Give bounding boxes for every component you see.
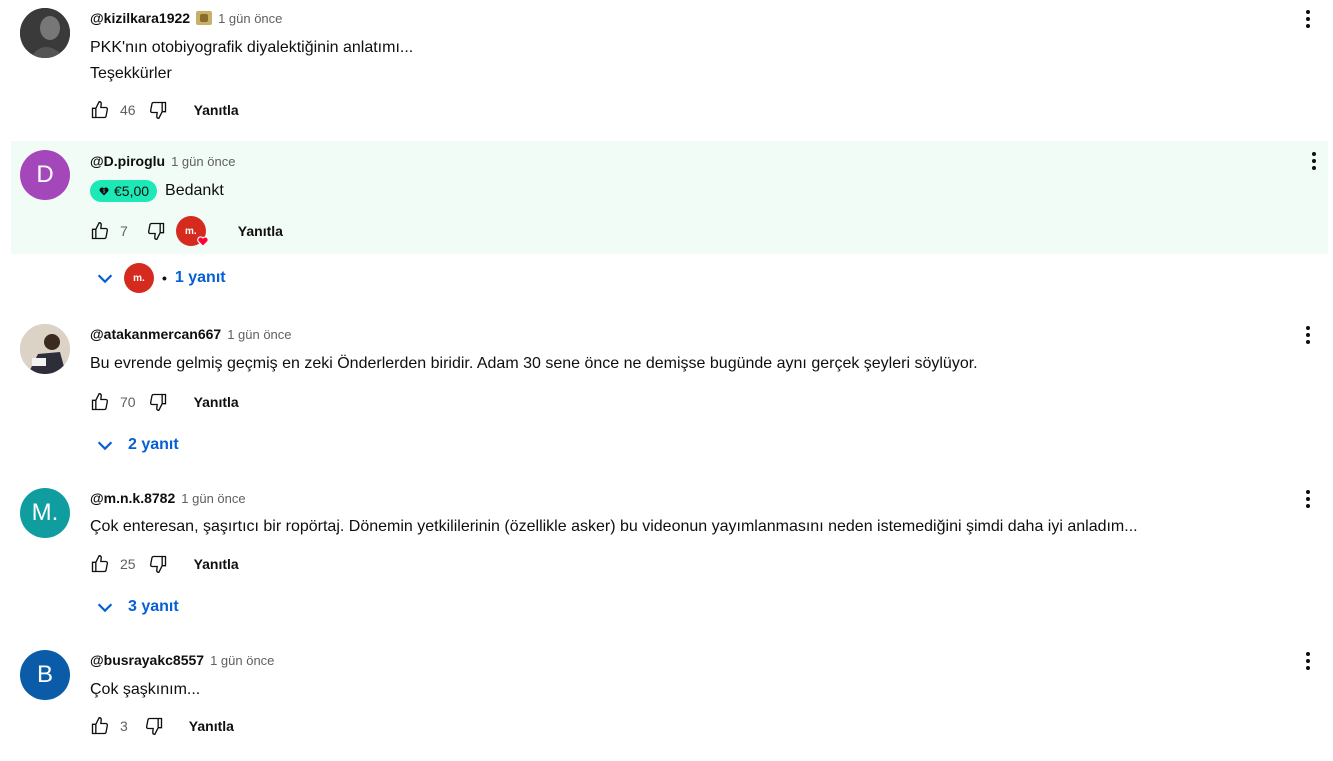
comment-2: D @D.piroglu 1 gün önce $ €5,00 Bedankt … — [11, 141, 1328, 254]
chevron-down-icon — [97, 603, 113, 613]
author-name[interactable]: @atakanmercan667 — [90, 326, 221, 342]
creator-heart-icon: m. — [175, 216, 209, 248]
comment-actions: 25 Yanıtla — [90, 554, 239, 574]
like-icon[interactable] — [90, 221, 110, 241]
comment-1: @kizilkara1922 1 gün önce PKK'nın otobiy… — [0, 0, 1333, 135]
comment-header: @atakanmercan667 1 gün önce — [90, 326, 292, 342]
comment-text-line: PKK'nın otobiyografik diyalektiğinin anl… — [90, 39, 414, 56]
comment-text: Çok şaşkınım... — [90, 681, 201, 698]
reply-button[interactable]: Yanıtla — [238, 223, 283, 239]
comment-time[interactable]: 1 gün önce — [210, 653, 274, 668]
more-options-icon[interactable] — [1311, 152, 1317, 170]
avatar[interactable]: B — [20, 650, 70, 700]
author-name[interactable]: @busrayakc8557 — [90, 652, 204, 668]
comment-actions: 3 Yanıtla — [90, 716, 234, 736]
replies-count[interactable]: 1 yanıt — [175, 269, 226, 287]
comment-5: B @busrayakc8557 1 gün önce Çok şaşkınım… — [0, 644, 1333, 754]
comment-text: Çok enteresan, şaşırtıcı bir ropörtaj. D… — [90, 518, 1138, 535]
like-count: 3 — [120, 718, 128, 734]
comment-header: @busrayakc8557 1 gün önce — [90, 652, 274, 668]
replies-toggle[interactable]: 2 yanıt — [94, 434, 179, 456]
super-thanks-badge: $ €5,00 — [90, 180, 158, 202]
comment-text-line: Teşekkürler — [90, 65, 172, 82]
like-icon[interactable] — [90, 716, 110, 736]
avatar-letter: B — [36, 661, 53, 688]
chevron-down-icon — [97, 441, 113, 451]
like-count: 46 — [120, 102, 136, 118]
like-icon[interactable] — [90, 100, 110, 120]
comment-3: @atakanmercan667 1 gün önce Bu evrende g… — [0, 320, 1333, 460]
author-name[interactable]: @kizilkara1922 — [90, 10, 190, 26]
avatar-photo-icon — [20, 324, 70, 374]
reply-button[interactable]: Yanıtla — [194, 102, 239, 118]
replies-count[interactable]: 3 yanıt — [128, 598, 179, 616]
comment-header: @kizilkara1922 1 gün önce — [90, 10, 282, 26]
comment-time[interactable]: 1 gün önce — [227, 327, 291, 342]
more-options-icon[interactable] — [1305, 10, 1311, 28]
comment-header: @m.n.k.8782 1 gün önce — [90, 490, 246, 506]
creator-reply-avatar: m. — [124, 263, 154, 293]
more-options-icon[interactable] — [1305, 490, 1311, 508]
avatar[interactable]: D — [20, 150, 70, 200]
chevron-down-icon — [97, 274, 113, 284]
comment-time[interactable]: 1 gün önce — [181, 491, 245, 506]
comment-actions: 7 m. Yanıtla — [90, 216, 283, 248]
comment-actions: 46 Yanıtla — [90, 100, 239, 120]
replies-toggle[interactable]: m. • 1 yanıt — [94, 263, 226, 293]
dislike-icon[interactable] — [148, 100, 168, 120]
avatar-letter: M. — [31, 499, 59, 526]
reply-button[interactable]: Yanıtla — [189, 718, 234, 734]
super-thanks-amount: €5,00 — [114, 183, 150, 199]
like-count: 70 — [120, 394, 136, 410]
like-count: 25 — [120, 556, 136, 572]
comment-text: PKK'nın otobiyografik diyalektiğinin anl… — [90, 35, 413, 87]
author-name[interactable]: @D.piroglu — [90, 153, 165, 169]
dislike-icon[interactable] — [146, 221, 166, 241]
like-count: 7 — [120, 223, 128, 239]
heart-icon — [197, 236, 209, 248]
reply-button[interactable]: Yanıtla — [194, 394, 239, 410]
replies-count[interactable]: 2 yanıt — [128, 436, 179, 454]
replies-toggle[interactable]: 3 yanıt — [94, 596, 179, 618]
comment-text: Bu evrende gelmiş geçmiş en zeki Önderle… — [90, 355, 978, 372]
more-options-icon[interactable] — [1305, 326, 1311, 344]
more-options-icon[interactable] — [1305, 652, 1311, 670]
member-badge-icon — [196, 11, 213, 25]
avatar[interactable] — [20, 8, 70, 58]
comment-text: $ €5,00 Bedankt — [90, 178, 224, 204]
avatar[interactable] — [20, 324, 70, 374]
like-icon[interactable] — [90, 392, 110, 412]
separator-dot: • — [162, 270, 167, 286]
comment-text-line: Bedankt — [165, 182, 224, 199]
reply-button[interactable]: Yanıtla — [194, 556, 239, 572]
super-thanks-icon: $ — [99, 187, 109, 196]
comment-actions: 70 Yanıtla — [90, 392, 239, 412]
dislike-icon[interactable] — [148, 554, 168, 574]
comment-header: @D.piroglu 1 gün önce — [90, 153, 235, 169]
avatar-photo-icon — [20, 8, 70, 58]
avatar[interactable]: M. — [20, 488, 70, 538]
like-icon[interactable] — [90, 554, 110, 574]
creator-avatar-mark: m. — [133, 272, 145, 284]
author-name[interactable]: @m.n.k.8782 — [90, 490, 175, 506]
comment-time[interactable]: 1 gün önce — [218, 11, 282, 26]
comment-4: M. @m.n.k.8782 1 gün önce Çok enteresan,… — [0, 482, 1333, 622]
dislike-icon[interactable] — [148, 392, 168, 412]
avatar-letter: D — [36, 161, 54, 188]
comment-time[interactable]: 1 gün önce — [171, 154, 235, 169]
dislike-icon[interactable] — [144, 716, 164, 736]
